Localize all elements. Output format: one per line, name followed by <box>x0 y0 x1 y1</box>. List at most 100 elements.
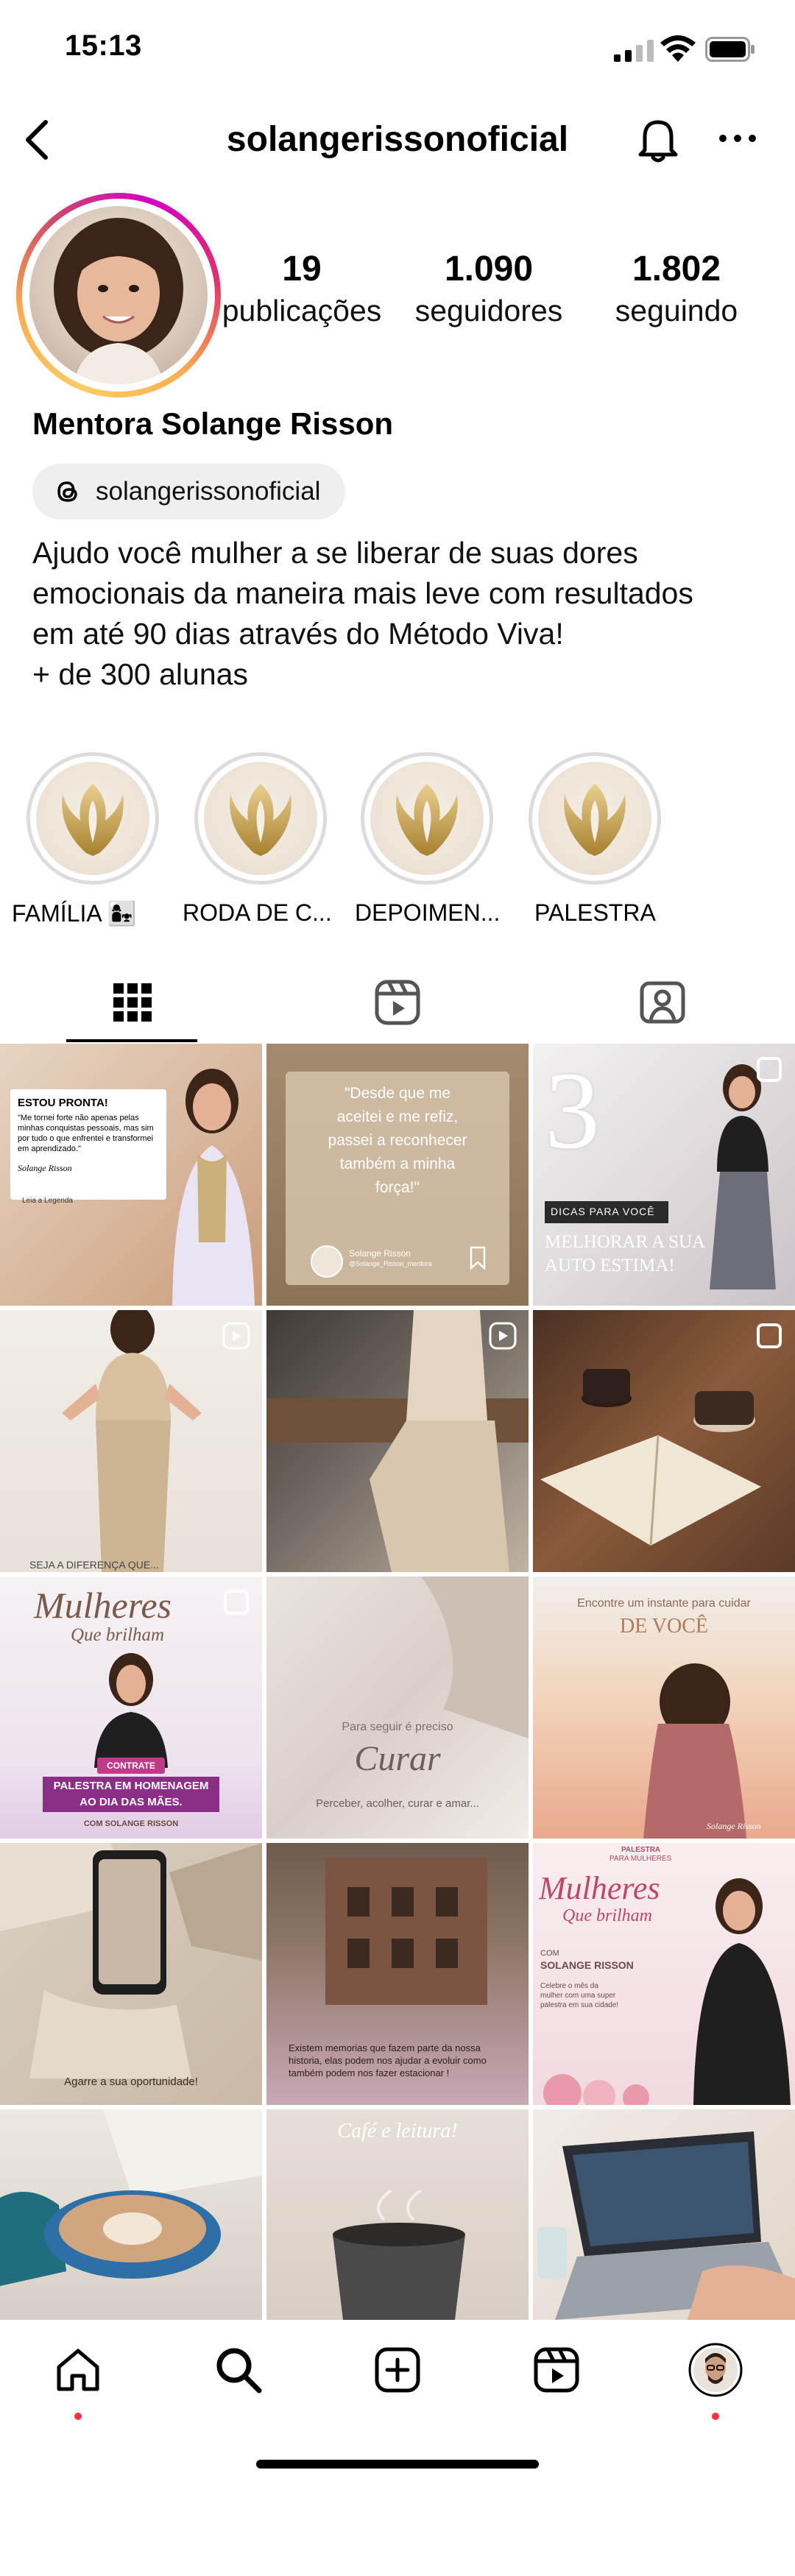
post-tile[interactable]: Café e leitura! <box>266 2109 529 2320</box>
post-text: também a minha <box>339 1156 456 1172</box>
post-tile[interactable]: Encontre um instante para cuidar DE VOCÊ… <box>533 1577 795 1839</box>
bio-line: + de 300 alunas <box>32 657 248 691</box>
post-tile[interactable]: Para seguir é preciso Curar Perceber, ac… <box>266 1577 529 1839</box>
home-indicator[interactable] <box>256 2460 539 2469</box>
post-text: PALESTRA EM HOMENAGEM <box>53 1780 209 1792</box>
post-text: Perceber, acolher, curar e amar... <box>316 1797 479 1810</box>
post-text: Que brilham <box>562 1906 652 1925</box>
grid-icon <box>113 983 152 1022</box>
post-tile[interactable]: 3 DICAS PARA VOCÊ MELHORAR A SUA AUTO ES… <box>533 1044 795 1306</box>
nav-home[interactable] <box>49 2340 107 2399</box>
phoenix-logo-icon <box>564 784 626 856</box>
tab-posts[interactable] <box>59 964 206 1041</box>
phoenix-logo-icon <box>62 784 124 856</box>
post-text: Mulheres <box>539 1870 660 1906</box>
stat-posts-value: 19 <box>282 250 322 289</box>
tab-tagged[interactable] <box>589 964 736 1041</box>
post-text: Café e leitura! <box>337 2120 458 2142</box>
stat-followers-value: 1.090 <box>444 250 534 289</box>
stat-posts-label: publicações <box>222 294 382 328</box>
stat-following[interactable]: 1.802 seguindo <box>598 249 755 328</box>
highlight-roda[interactable]: RODA DE C... <box>183 752 334 927</box>
reels-icon <box>375 980 420 1025</box>
post-text: Que brilham <box>71 1625 165 1645</box>
search-icon <box>216 2348 262 2393</box>
post-text: ESTOU PRONTA! <box>18 1097 108 1109</box>
post-tile[interactable]: PALESTRA PARA MULHERES Mulheres Que bril… <box>533 1843 795 2105</box>
post-tile[interactable] <box>533 2109 795 2320</box>
notification-dot <box>74 2413 82 2420</box>
post-text: DICAS PARA VOCÊ <box>551 1206 655 1217</box>
post-text: "Me tornei forte não apenas pelas minhas… <box>18 1114 154 1153</box>
post-text: força!" <box>375 1179 420 1196</box>
stat-following-label: seguindo <box>615 294 738 328</box>
highlight-depoimentos[interactable]: DEPOIMEN... <box>353 752 501 927</box>
profile-header: solangerissonoficial <box>0 103 795 177</box>
highlight-label: RODA DE C... <box>183 899 332 926</box>
post-text: COM SOLANGE RISSON <box>83 1819 179 1828</box>
bio-line: em até 90 dias através do Método Viva! <box>32 617 564 651</box>
profile-avatar[interactable] <box>16 193 221 397</box>
reels-badge-icon <box>222 1322 250 1350</box>
stat-posts[interactable]: 19 publicações <box>218 249 386 328</box>
stat-followers-label: seguidores <box>414 294 563 328</box>
post-text: COM <box>540 1949 559 1958</box>
post-tile[interactable]: Mulheres Que brilham CONTRATE PALESTRA E… <box>0 1577 262 1839</box>
phoenix-logo-icon <box>230 784 292 856</box>
post-tile[interactable]: Existem memorias que fazem parte da noss… <box>266 1843 529 2105</box>
post-text: DE VOCÊ <box>619 1615 709 1638</box>
post-text: Solange Risson <box>349 1248 411 1259</box>
plus-square-icon <box>375 2347 420 2393</box>
post-tile[interactable]: SEJA A DIFERENÇA QUE... <box>0 1310 262 1572</box>
bio-line: emocionais da maneira mais leve com resu… <box>32 576 693 610</box>
status-bar: 15:13 <box>0 0 795 96</box>
avatar-icon <box>688 2343 743 2397</box>
active-tab-indicator <box>66 1039 197 1042</box>
post-text: SEJA A DIFERENÇA QUE... <box>29 1559 159 1571</box>
highlight-label: FAMÍLIA 👩‍👧 <box>12 900 137 927</box>
post-text: MELHORAR A SUA <box>545 1232 706 1252</box>
nav-profile[interactable] <box>686 2340 745 2399</box>
post-text: Solange Risson <box>707 1821 761 1831</box>
post-tile[interactable]: Agarre a sua oportunidade! <box>0 1843 262 2105</box>
post-text: Solange Risson <box>18 1163 72 1173</box>
nav-search[interactable] <box>209 2340 268 2399</box>
cellular-signal-icon <box>614 40 654 62</box>
post-text: passei a reconhecer <box>328 1132 467 1149</box>
post-text: 3 <box>545 1050 600 1172</box>
post-tile[interactable] <box>533 1310 795 1572</box>
nav-reels[interactable] <box>527 2340 586 2399</box>
carousel-icon <box>757 1323 782 1348</box>
post-text: Agarre a sua oportunidade! <box>64 2076 198 2088</box>
tab-reels[interactable] <box>324 964 471 1041</box>
notification-dot <box>712 2413 719 2420</box>
status-time: 15:13 <box>65 29 142 62</box>
highlight-palestra[interactable]: PALESTRA <box>521 752 668 927</box>
post-text: Existem memorias que fazem parte da noss… <box>289 2042 487 2078</box>
threads-icon <box>57 481 77 502</box>
stat-followers[interactable]: 1.090 seguidores <box>403 249 574 328</box>
post-text: SOLANGE RISSON <box>540 1959 634 1971</box>
reels-icon <box>534 2347 579 2393</box>
carousel-icon <box>757 1057 782 1082</box>
wifi-icon <box>660 35 696 62</box>
reels-badge-icon <box>489 1322 517 1350</box>
post-tile[interactable] <box>0 2109 262 2320</box>
more-horizontal-icon[interactable] <box>716 124 760 153</box>
post-text: Leia a Legenda <box>22 1197 73 1205</box>
highlight-familia[interactable]: FAMÍLIA 👩‍👧 <box>12 752 166 927</box>
post-text: Curar <box>354 1739 441 1778</box>
bell-icon[interactable] <box>635 115 682 163</box>
post-text: Celebre o mês da mulher com uma super pa… <box>540 1982 619 2009</box>
threads-link-chip[interactable]: solangerissonoficial <box>32 464 346 520</box>
nav-create[interactable] <box>368 2340 427 2399</box>
tagged-person-icon <box>640 981 685 1024</box>
highlight-label: DEPOIMEN... <box>355 899 501 926</box>
post-text: Mulheres <box>34 1585 172 1626</box>
highlight-label: PALESTRA <box>534 899 656 926</box>
post-tile[interactable]: ESTOU PRONTA! "Me tornei forte não apena… <box>0 1044 262 1306</box>
post-tile[interactable]: "Desde que me aceitei e me refiz, passei… <box>266 1044 529 1306</box>
avatar-photo <box>29 206 208 384</box>
home-icon <box>57 2349 99 2391</box>
post-tile[interactable] <box>266 1310 529 1572</box>
